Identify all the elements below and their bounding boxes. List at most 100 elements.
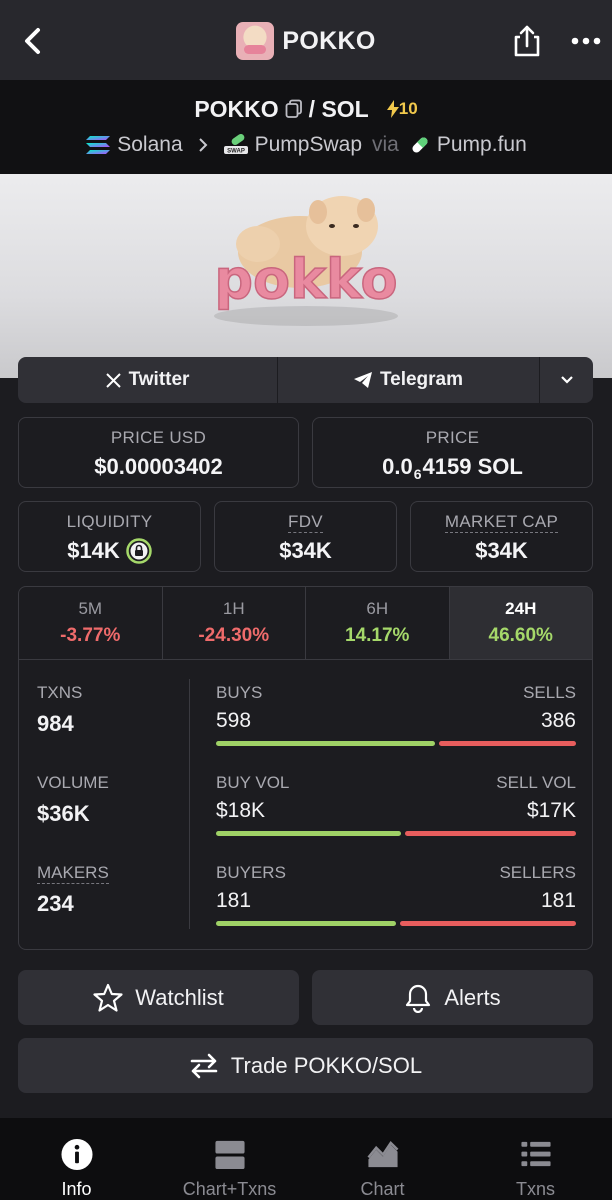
fdv-card: FDV $34K	[214, 501, 397, 572]
more-links-dropdown[interactable]	[540, 357, 593, 403]
pumpfun-icon	[412, 137, 428, 153]
trade-label: Trade POKKO/SOL	[230, 1052, 423, 1078]
txns-value: 984	[37, 711, 74, 736]
market-cap-label[interactable]: MARKET CAP	[411, 512, 592, 533]
price-value: 0.0 6 4159 SOL	[313, 454, 592, 482]
market-cap-value: $34K	[475, 538, 528, 563]
tab-6h[interactable]: 6H 14.17%	[306, 587, 450, 659]
svg-text:SWAP: SWAP	[227, 149, 245, 155]
pumpswap-icon: SWAP	[223, 134, 248, 155]
token-avatar	[236, 22, 275, 60]
volume-value: $36K	[37, 801, 90, 826]
telegram-button[interactable]: Telegram	[278, 357, 540, 403]
sell-vol-value: $17K	[526, 799, 576, 822]
price-usd-value: $0.00003402	[94, 454, 223, 479]
sellers-value: 181	[540, 889, 576, 912]
fdv-label[interactable]: FDV	[215, 512, 396, 533]
bottom-nav: Info Chart+Txns Chart Txns	[0, 1118, 612, 1200]
nav-info-label: Info	[61, 1179, 92, 1199]
quote-token: / SOL	[308, 95, 369, 122]
copy-icon[interactable]	[285, 99, 303, 119]
transactions-panel: 5M -3.77% 1H -24.30% 6H 14.17% 24H 46.60…	[18, 586, 593, 950]
volume-label: VOLUME	[37, 773, 109, 792]
list-icon	[520, 1141, 551, 1167]
twitter-button[interactable]: Twitter	[18, 357, 278, 403]
liquidity-card: LIQUIDITY $14K	[18, 501, 201, 572]
nav-chart[interactable]: Chart	[306, 1118, 459, 1200]
tab-label: 1H	[222, 599, 245, 618]
social-links: Twitter Telegram	[18, 357, 593, 403]
liquidity-label: LIQUIDITY	[66, 512, 153, 531]
twitter-label: Twitter	[128, 369, 190, 390]
tab-label: 24H	[505, 599, 537, 618]
nav-info[interactable]: Info	[0, 1118, 153, 1200]
price-label: PRICE	[425, 428, 480, 447]
buyers-sellers-bar	[216, 921, 576, 926]
pair-header: POKKO / SOL 10 Solana SWAP PumpSwap via …	[0, 80, 612, 174]
txns-label: TXNS	[37, 683, 83, 702]
timeframe-tabs: 5M -3.77% 1H -24.30% 6H 14.17% 24H 46.60…	[19, 587, 592, 660]
dex-name[interactable]: PumpSwap	[255, 133, 362, 157]
area-chart-icon	[366, 1140, 398, 1168]
chain-name[interactable]: Solana	[117, 133, 182, 157]
split-layout-icon	[214, 1140, 245, 1170]
buys-label: BUYS	[216, 683, 263, 702]
trade-button[interactable]: Trade POKKO/SOL	[18, 1038, 593, 1093]
share-icon[interactable]	[510, 24, 544, 58]
info-icon	[60, 1138, 93, 1171]
buy-vol-value: $18K	[216, 799, 266, 822]
nav-txns[interactable]: Txns	[459, 1118, 612, 1200]
price-usd-card: PRICE USD $0.00003402	[18, 417, 299, 488]
pair-line: POKKO / SOL 10	[0, 94, 612, 124]
more-horizontal-icon[interactable]	[570, 36, 602, 46]
nav-chart-txns-label: Chart+Txns	[182, 1179, 277, 1199]
solana-icon	[86, 136, 111, 154]
via-text: via	[372, 133, 399, 156]
price-usd-label: PRICE USD	[110, 428, 207, 447]
token-banner: pokko	[0, 174, 612, 378]
sellers-label: SELLERS	[499, 863, 576, 882]
bell-icon	[406, 984, 431, 1013]
tx-breakdown: BUYS SELLS 598 386 BUY VOL SELL VOL $18K…	[216, 683, 576, 949]
sell-vol-label: SELL VOL	[496, 773, 576, 792]
nav-chart-txns[interactable]: Chart+Txns	[153, 1118, 306, 1200]
buys-sells-bar	[216, 741, 576, 746]
launchpad-name[interactable]: Pump.fun	[437, 133, 527, 157]
tab-change: -3.77%	[60, 625, 121, 646]
buys-sells-row: BUYS SELLS 598 386	[216, 683, 576, 773]
buyers-value: 181	[216, 889, 252, 912]
price-zero-count: 6	[413, 466, 422, 482]
alerts-label: Alerts	[444, 984, 501, 1010]
nav-txns-label: Txns	[515, 1179, 555, 1199]
makers-value: 234	[37, 891, 74, 916]
price-prefix: 0.0	[382, 454, 413, 479]
volume-split-row: BUY VOL SELL VOL $18K $17K	[216, 773, 576, 863]
tab-5m[interactable]: 5M -3.77%	[19, 587, 163, 659]
divider	[189, 679, 190, 929]
tab-24h[interactable]: 24H 46.60%	[449, 587, 592, 659]
makers-label[interactable]: MAKERS	[37, 863, 187, 884]
tab-label: 6H	[366, 599, 389, 618]
buyers-label: BUYERS	[216, 863, 286, 882]
watchlist-button[interactable]: Watchlist	[18, 970, 299, 1025]
boost-badge[interactable]: 10	[386, 99, 418, 119]
boost-count: 10	[398, 99, 418, 118]
price-card: PRICE 0.0 6 4159 SOL	[312, 417, 593, 488]
tab-1h[interactable]: 1H -24.30%	[163, 587, 306, 659]
liquidity-value: $14K	[67, 538, 120, 563]
sells-label: SELLS	[523, 683, 576, 702]
tab-change: 46.60%	[488, 625, 553, 646]
telegram-label: Telegram	[379, 369, 464, 390]
liquidity-value-row: $14K	[19, 538, 200, 564]
tab-change: 14.17%	[345, 625, 410, 646]
tab-change: -24.30%	[198, 625, 270, 646]
watchlist-label: Watchlist	[135, 984, 224, 1010]
volume-split-bar	[216, 831, 576, 836]
market-cap-card: MARKET CAP $34K	[410, 501, 593, 572]
star-icon	[93, 983, 123, 1012]
banner-logo-text: pokko	[214, 248, 397, 311]
alerts-button[interactable]: Alerts	[312, 970, 593, 1025]
lock-icon[interactable]	[126, 538, 152, 564]
swap-arrows-icon	[190, 1053, 218, 1078]
top-app-bar: POKKO	[0, 0, 612, 80]
